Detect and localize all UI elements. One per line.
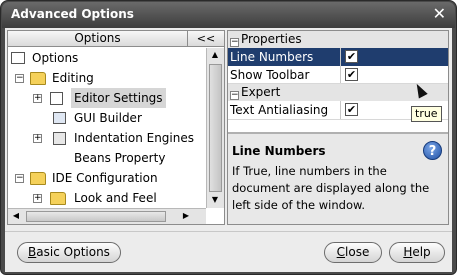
property-value-cell[interactable]: ✔: [340, 66, 448, 84]
options-icon: [11, 52, 25, 64]
advanced-options-window: Advanced Options ✕ Options << Options − …: [0, 0, 457, 275]
window-title: Advanced Options: [11, 7, 134, 21]
expander-minus-icon[interactable]: −: [230, 91, 239, 100]
dialog-body: Options << Options − Editing + Editor Se…: [5, 28, 452, 272]
category-properties[interactable]: − Properties: [228, 31, 448, 48]
scroll-right-arrow-icon[interactable]: ▶: [180, 210, 192, 222]
tree-item-label: Indentation Engines: [74, 131, 194, 145]
tree-item-editing[interactable]: − Editing: [8, 68, 206, 88]
scroll-thumb[interactable]: [209, 64, 222, 192]
show-toolbar-checkbox[interactable]: ✔: [345, 68, 358, 81]
tree-item-beans-property[interactable]: Beans Property: [8, 148, 206, 168]
scroll-thumb[interactable]: [26, 211, 166, 222]
property-sheet-panel: − Properties Line Numbers ✔ Show Toolbar …: [227, 30, 449, 225]
tree-vertical-scrollbar[interactable]: ▲ ▼: [206, 48, 224, 208]
expander-minus-icon[interactable]: −: [15, 74, 24, 83]
value-tooltip: true: [411, 106, 442, 122]
property-row-show-toolbar[interactable]: Show Toolbar ✔: [228, 66, 448, 84]
description-text: If True, line numbers in the document ar…: [232, 164, 430, 212]
tree-item-ide-configuration[interactable]: − IDE Configuration: [8, 168, 206, 188]
help-icon[interactable]: ?: [423, 141, 442, 160]
button-bar: Basic Options Close Help: [5, 231, 452, 272]
tree-horizontal-scrollbar[interactable]: ◀ ▶: [8, 208, 206, 224]
close-icon[interactable]: ✕: [433, 5, 446, 23]
tree-item-label: Editing: [52, 71, 94, 85]
tree-item-editor-settings[interactable]: + Editor Settings: [8, 88, 206, 108]
editor-settings-icon: [50, 92, 63, 105]
tree-item-label: Options: [32, 51, 79, 65]
button-label: elp: [412, 245, 431, 259]
tree-item-label: GUI Builder: [74, 111, 142, 125]
scroll-down-arrow-icon[interactable]: ▼: [209, 194, 221, 206]
expander-plus-icon[interactable]: +: [33, 94, 42, 103]
expander-minus-icon[interactable]: −: [230, 38, 239, 47]
line-numbers-checkbox[interactable]: ✔: [345, 50, 358, 63]
options-tree: Options − Editing + Editor Settings GUI …: [8, 48, 206, 208]
gui-builder-icon: [53, 112, 66, 124]
tree-column-header[interactable]: Options: [8, 31, 188, 47]
property-name: Text Antialiasing: [230, 103, 329, 117]
close-button[interactable]: Close: [324, 242, 382, 263]
tree-item-label: Look and Feel: [74, 191, 157, 205]
title-bar[interactable]: Advanced Options ✕: [2, 2, 455, 28]
tree-item-options[interactable]: Options: [8, 48, 206, 68]
mnemonic-letter: C: [336, 245, 346, 259]
collapse-panel-button[interactable]: <<: [188, 31, 224, 47]
expander-minus-icon[interactable]: −: [15, 174, 24, 183]
mnemonic-letter: H: [403, 245, 413, 259]
folder-open-icon: [30, 172, 46, 185]
property-name: Show Toolbar: [230, 68, 310, 82]
tree-item-label: Editor Settings: [71, 88, 166, 108]
help-button[interactable]: Help: [389, 242, 445, 263]
tree-item-label: Beans Property: [74, 151, 166, 165]
description-title: Line Numbers: [232, 144, 326, 158]
property-name: Line Numbers: [230, 50, 314, 64]
indentation-icon: [53, 132, 66, 145]
tree-item-label: IDE Configuration: [52, 171, 158, 185]
button-label: asic Options: [36, 245, 110, 259]
tree-item-look-and-feel[interactable]: + Look and Feel: [8, 188, 206, 208]
category-label: Expert: [241, 85, 281, 99]
text-antialiasing-checkbox[interactable]: ✔: [345, 103, 358, 116]
tree-item-gui-builder[interactable]: GUI Builder: [8, 108, 206, 128]
folder-open-icon: [30, 72, 46, 85]
folder-icon: [50, 192, 66, 205]
tree-item-indentation-engines[interactable]: + Indentation Engines: [8, 128, 206, 148]
category-label: Properties: [241, 32, 302, 46]
property-description-area: Line Numbers ? If True, line numbers in …: [228, 132, 448, 224]
basic-options-button[interactable]: Basic Options: [17, 242, 121, 263]
expander-plus-icon[interactable]: +: [33, 194, 42, 203]
property-value-cell[interactable]: ✔: [340, 48, 448, 66]
scroll-up-arrow-icon[interactable]: ▲: [209, 49, 221, 61]
button-label: lose: [345, 245, 370, 259]
scroll-left-arrow-icon[interactable]: ◀: [10, 210, 22, 222]
property-row-line-numbers[interactable]: Line Numbers ✔: [228, 48, 448, 66]
options-tree-panel: Options << Options − Editing + Editor Se…: [7, 30, 225, 225]
expander-plus-icon[interactable]: +: [33, 134, 42, 143]
